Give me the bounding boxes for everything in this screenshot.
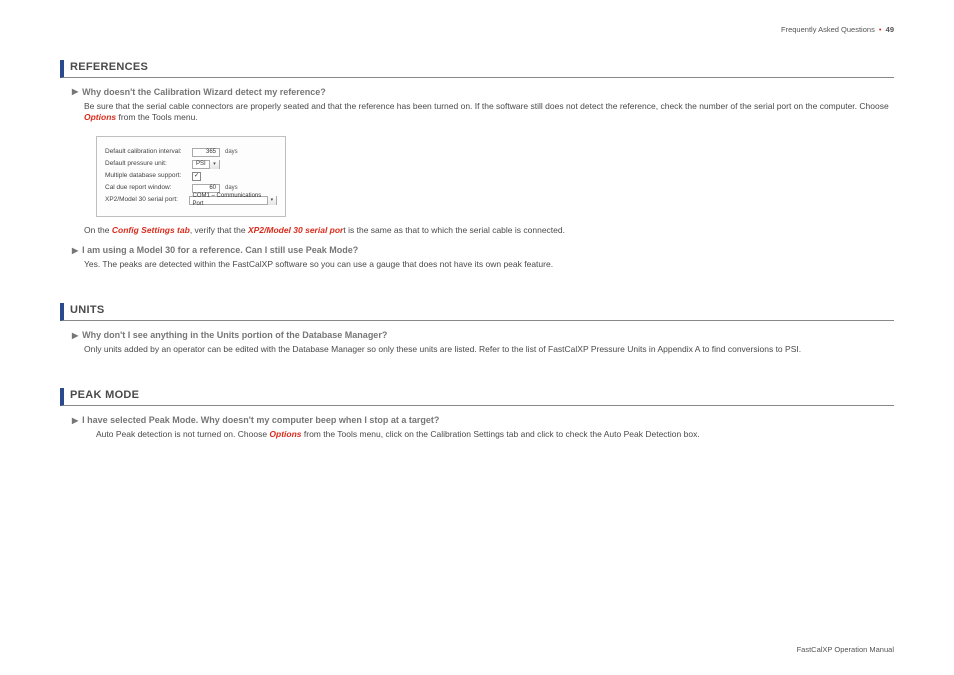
section-peak: PEAK MODE ▶ I have selected Peak Mode. W… bbox=[60, 388, 894, 440]
pressure-unit-select[interactable]: PSI ▾ bbox=[192, 160, 220, 169]
answer-text: Only units added by an operator can be e… bbox=[84, 344, 894, 355]
answer-text: from the Tools menu. bbox=[116, 112, 198, 122]
answer-text: Yes. The peaks are detected within the F… bbox=[84, 259, 894, 270]
question-text: Why doesn't the Calibration Wizard detec… bbox=[82, 86, 326, 98]
select-value: COM1 – Communications Port bbox=[193, 192, 267, 208]
chevron-down-icon: ▾ bbox=[267, 196, 276, 205]
chevron-down-icon: ▾ bbox=[209, 160, 219, 169]
setting-label: Default pressure unit: bbox=[105, 160, 187, 169]
interval-field[interactable]: 365 bbox=[192, 148, 220, 157]
interval-unit: days bbox=[225, 148, 238, 156]
answer-text: Be sure that the serial cable connectors… bbox=[84, 101, 889, 111]
arrow-right-icon: ▶ bbox=[72, 246, 78, 257]
answer-text: Auto Peak detection is not turned on. Ch… bbox=[96, 429, 269, 439]
faq-units-1: ▶ Why don't I see anything in the Units … bbox=[72, 329, 894, 355]
setting-label: Cal due report window: bbox=[105, 184, 187, 193]
question-text: Why don't I see anything in the Units po… bbox=[82, 329, 387, 341]
faq-answer: Only units added by an operator can be e… bbox=[84, 344, 894, 355]
serial-port-select[interactable]: COM1 – Communications Port ▾ bbox=[189, 196, 277, 205]
faq-answer: Be sure that the serial cable connectors… bbox=[84, 101, 894, 236]
section-heading-references: REFERENCES bbox=[60, 60, 894, 78]
setting-label: Default calibration interval: bbox=[105, 148, 187, 157]
multidb-checkbox[interactable]: ✓ bbox=[192, 172, 201, 181]
page-number: 49 bbox=[886, 25, 894, 34]
section-heading-peak: PEAK MODE bbox=[60, 388, 894, 406]
options-link: Options bbox=[84, 112, 116, 122]
faq-question: ▶ Why don't I see anything in the Units … bbox=[72, 329, 894, 342]
serial-port-link: XP2/Model 30 serial por bbox=[248, 225, 343, 235]
section-heading-units: UNITS bbox=[60, 303, 894, 321]
setting-label: Multiple database support: bbox=[105, 172, 187, 181]
section-units: UNITS ▶ Why don't I see anything in the … bbox=[60, 303, 894, 355]
setting-serial-port: XP2/Model 30 serial port: COM1 – Communi… bbox=[105, 196, 277, 205]
setting-label: XP2/Model 30 serial port: bbox=[105, 196, 184, 205]
faq-answer: Yes. The peaks are detected within the F… bbox=[84, 259, 894, 270]
page-footer: FastCalXP Operation Manual bbox=[797, 645, 894, 655]
settings-panel: Default calibration interval: 365 days D… bbox=[96, 136, 286, 217]
faq-question: ▶ I am using a Model 30 for a reference.… bbox=[72, 244, 894, 257]
faq-references-1: ▶ Why doesn't the Calibration Wizard det… bbox=[72, 86, 894, 236]
answer-text: , verify that the bbox=[190, 225, 248, 235]
select-value: PSI bbox=[196, 160, 206, 168]
faq-question: ▶ I have selected Peak Mode. Why doesn't… bbox=[72, 414, 894, 427]
arrow-right-icon: ▶ bbox=[72, 331, 78, 342]
setting-default-interval: Default calibration interval: 365 days bbox=[105, 148, 277, 157]
setting-multi-db: Multiple database support: ✓ bbox=[105, 172, 277, 181]
header-dot: • bbox=[877, 25, 884, 34]
page-header: Frequently Asked Questions • 49 bbox=[781, 25, 894, 35]
section-references: REFERENCES ▶ Why doesn't the Calibration… bbox=[60, 60, 894, 270]
faq-peak-1: ▶ I have selected Peak Mode. Why doesn't… bbox=[72, 414, 894, 440]
answer-text: is the same as that to which the serial … bbox=[346, 225, 565, 235]
answer-text: On the bbox=[84, 225, 112, 235]
answer-text: from the Tools menu, click on the Calibr… bbox=[302, 429, 700, 439]
faq-question: ▶ Why doesn't the Calibration Wizard det… bbox=[72, 86, 894, 99]
faq-references-2: ▶ I am using a Model 30 for a reference.… bbox=[72, 244, 894, 270]
caldue-unit: days bbox=[225, 184, 238, 192]
arrow-right-icon: ▶ bbox=[72, 87, 78, 98]
faq-answer: Auto Peak detection is not turned on. Ch… bbox=[96, 429, 894, 440]
header-title: Frequently Asked Questions bbox=[781, 25, 875, 34]
question-text: I have selected Peak Mode. Why doesn't m… bbox=[82, 414, 439, 426]
setting-pressure-unit: Default pressure unit: PSI ▾ bbox=[105, 160, 277, 169]
arrow-right-icon: ▶ bbox=[72, 416, 78, 427]
config-tab-link: Config Settings tab bbox=[112, 225, 190, 235]
question-text: I am using a Model 30 for a reference. C… bbox=[82, 244, 358, 256]
options-link: Options bbox=[269, 429, 301, 439]
